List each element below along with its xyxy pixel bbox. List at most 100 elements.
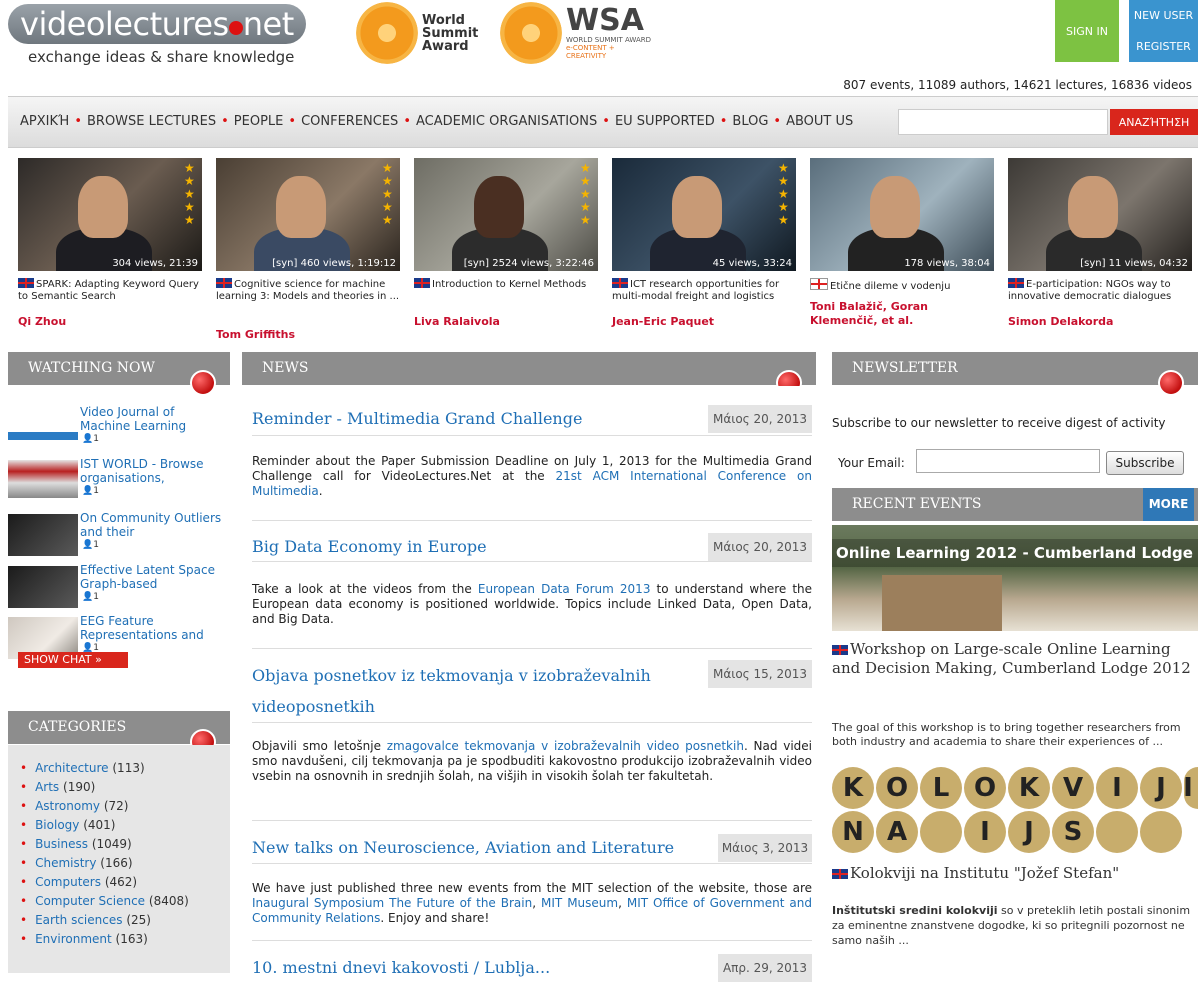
divider	[252, 722, 812, 723]
watching-now-item[interactable]: IST WORLD - Browse organisations, 👤1	[8, 457, 222, 498]
nav-eu-supported[interactable]: EU SUPPORTED	[615, 114, 715, 129]
category-item[interactable]: • Computers (462)	[20, 873, 230, 892]
divider	[252, 863, 812, 864]
wsa-sub3: CREATIVITY	[566, 52, 607, 60]
event-title[interactable]: Workshop on Large-scale Online Learning …	[832, 640, 1198, 678]
video-author[interactable]: Qi Zhou	[18, 315, 204, 329]
news-link[interactable]: Inaugural Symposium The Future of the Br…	[252, 896, 532, 910]
news-title[interactable]: New talks on Neuroscience, Aviation and …	[252, 834, 674, 862]
video-card[interactable]: ★★★★★ 45 views, 33:24 ICT research opport…	[602, 150, 798, 342]
watching-now-title[interactable]: Video Journal of Machine Learning	[80, 405, 226, 433]
video-card[interactable]: ★★★★★ 304 views, 21:39 SPARK: Adapting Ke…	[8, 150, 204, 342]
video-thumbnail[interactable]: ★★★★★ 304 views, 21:39	[18, 158, 202, 271]
video-meta: [syn] 2524 views, 3:22:46	[463, 258, 594, 269]
logo-text: videolectures net	[8, 4, 306, 44]
show-chat-button[interactable]: SHOW CHAT »	[18, 652, 128, 668]
news-date: Μάιος 20, 2013	[708, 533, 812, 561]
categories-list: • Architecture (113) • Arts (190) • Astrono…	[8, 745, 230, 973]
kolo-letter: I	[1096, 767, 1138, 809]
rating-stars: ★★★★★	[184, 161, 195, 227]
video-title[interactable]: Introduction to Kernel Methods	[414, 278, 600, 291]
news-link[interactable]: European Data Forum 2013	[478, 582, 651, 596]
nav-about-us[interactable]: ABOUT US	[786, 114, 853, 129]
category-item[interactable]: • Environment (163)	[20, 930, 230, 949]
video-author[interactable]: Liva Ralaivola	[414, 315, 600, 329]
watching-now-item[interactable]: On Community Outliers and their 👤1	[8, 511, 222, 556]
kolo-letter: S	[1052, 811, 1094, 853]
subscribe-button[interactable]: Subscribe	[1106, 451, 1184, 475]
video-title[interactable]: E-participation: NGOs way to innovative …	[1008, 278, 1194, 303]
news-body: Take a look at the videos from the Europ…	[252, 582, 813, 626]
news-link[interactable]: zmagovalce tekmovanja v izobraževalnih v…	[387, 739, 744, 753]
category-item[interactable]: • Chemistry (166)	[20, 854, 230, 873]
viewer-count: 👤1	[82, 592, 99, 602]
new-user-register-button[interactable]: NEW USER REGISTER	[1129, 0, 1198, 62]
email-field[interactable]	[916, 449, 1100, 473]
video-title[interactable]: SPARK: Adapting Keyword Query to Semanti…	[18, 278, 204, 303]
nav-people[interactable]: PEOPLE	[234, 114, 284, 129]
nav-academic-organisations[interactable]: ACADEMIC ORGANISATIONS	[416, 114, 597, 129]
watching-now-item[interactable]: Video Journal of Machine Learning 👤1	[8, 405, 222, 446]
divider	[252, 940, 812, 941]
category-item[interactable]: • Earth sciences (25)	[20, 911, 230, 930]
video-meta: 45 views, 33:24	[712, 258, 792, 269]
divider	[252, 648, 812, 649]
video-meta: 304 views, 21:39	[112, 258, 198, 269]
nav-conferences[interactable]: CONFERENCES	[301, 114, 398, 129]
watching-now-item[interactable]: EEG Feature Representations and 👤1	[8, 614, 222, 659]
news-title[interactable]: 10. mestni dnevi kakovosti / Lublja...	[252, 954, 550, 982]
video-thumbnail[interactable]: ★★★★★ [syn] 460 views, 1:19:12	[216, 158, 400, 271]
nav-browse-lectures[interactable]: BROWSE LECTURES	[87, 114, 216, 129]
video-author[interactable]: Jean-Eric Paquet	[612, 315, 798, 329]
video-thumbnail[interactable]: 178 views, 38:04	[810, 158, 994, 271]
watching-now-item[interactable]: Effective Latent Space Graph-based 👤1	[8, 563, 222, 608]
video-author[interactable]: Toni Balažič, Goran Klemenčič, et al.	[810, 300, 996, 328]
watching-now-title[interactable]: On Community Outliers and their	[80, 511, 226, 539]
video-title[interactable]: ICT research opportunities for multi-mod…	[612, 278, 798, 303]
video-thumbnail[interactable]	[8, 514, 78, 556]
category-item[interactable]: • Computer Science (8408)	[20, 892, 230, 911]
category-item[interactable]: • Business (1049)	[20, 835, 230, 854]
category-item[interactable]: • Astronomy (72)	[20, 797, 230, 816]
video-title[interactable]: Cognitive science for machine learning 3…	[216, 278, 402, 303]
news-title[interactable]: Big Data Economy in Europe	[252, 533, 487, 561]
video-thumbnail[interactable]	[8, 566, 78, 608]
video-card[interactable]: ★★★★★ [syn] 460 views, 1:19:12 Cognitive …	[206, 150, 402, 342]
video-card[interactable]: [syn] 11 views, 04:32 E-participation: N…	[998, 150, 1194, 342]
nav-home[interactable]: ΑΡΧΙΚΉ	[20, 114, 69, 129]
kolo-letter: O	[876, 767, 918, 809]
email-label: Your Email:	[838, 456, 905, 470]
news-link[interactable]: MIT Museum	[541, 896, 618, 910]
category-item[interactable]: • Biology (401)	[20, 816, 230, 835]
news-title[interactable]: Objava posnetkov iz tekmovanja v izobraž…	[252, 660, 672, 722]
kolokviji-logo[interactable]: K O L O K V I J I N A I J S	[832, 767, 1198, 857]
video-thumbnail[interactable]: [syn] 11 views, 04:32	[1008, 158, 1192, 271]
category-item[interactable]: • Architecture (113)	[20, 759, 230, 778]
watching-now-title[interactable]: IST WORLD - Browse organisations,	[80, 457, 226, 485]
video-title[interactable]: Etične dileme v vodenju	[810, 278, 996, 293]
news-date: Μάιος 3, 2013	[718, 834, 812, 862]
event-title[interactable]: Kolokviji na Institutu "Jožef Stefan"	[832, 864, 1119, 882]
video-thumbnail[interactable]: ★★★★★ [syn] 2524 views, 3:22:46	[414, 158, 598, 271]
event-banner[interactable]: Online Learning 2012 - Cumberland Lodge	[832, 525, 1198, 631]
watching-now-title[interactable]: EEG Feature Representations and	[80, 614, 226, 642]
video-author[interactable]: Tom Griffiths	[216, 328, 402, 342]
video-card[interactable]: 178 views, 38:04 Etične dileme v vodenju…	[800, 150, 996, 342]
category-item[interactable]: • Arts (190)	[20, 778, 230, 797]
video-card[interactable]: ★★★★★ [syn] 2524 views, 3:22:46 Introduct…	[404, 150, 600, 342]
kolo-letter	[1140, 811, 1182, 853]
nav-blog[interactable]: BLOG	[732, 114, 768, 129]
video-author[interactable]: Simon Delakorda	[1008, 315, 1194, 329]
site-logo[interactable]: videolectures net exchange ideas & share …	[8, 4, 306, 66]
watching-now-title[interactable]: Effective Latent Space Graph-based	[80, 563, 226, 591]
divider	[252, 561, 812, 562]
news-title[interactable]: Reminder - Multimedia Grand Challenge	[252, 405, 582, 433]
search-button[interactable]: ΑΝΑΖΉΤΗΣΗ	[1110, 109, 1198, 135]
kolo-letter: I	[964, 811, 1006, 853]
video-thumbnail[interactable]: ★★★★★ 45 views, 33:24	[612, 158, 796, 271]
search-input[interactable]	[898, 109, 1108, 135]
video-thumbnail[interactable]	[8, 420, 78, 440]
sign-in-button[interactable]: SIGN IN	[1055, 0, 1119, 62]
more-button[interactable]: MORE	[1143, 488, 1194, 521]
video-thumbnail[interactable]	[8, 460, 78, 498]
